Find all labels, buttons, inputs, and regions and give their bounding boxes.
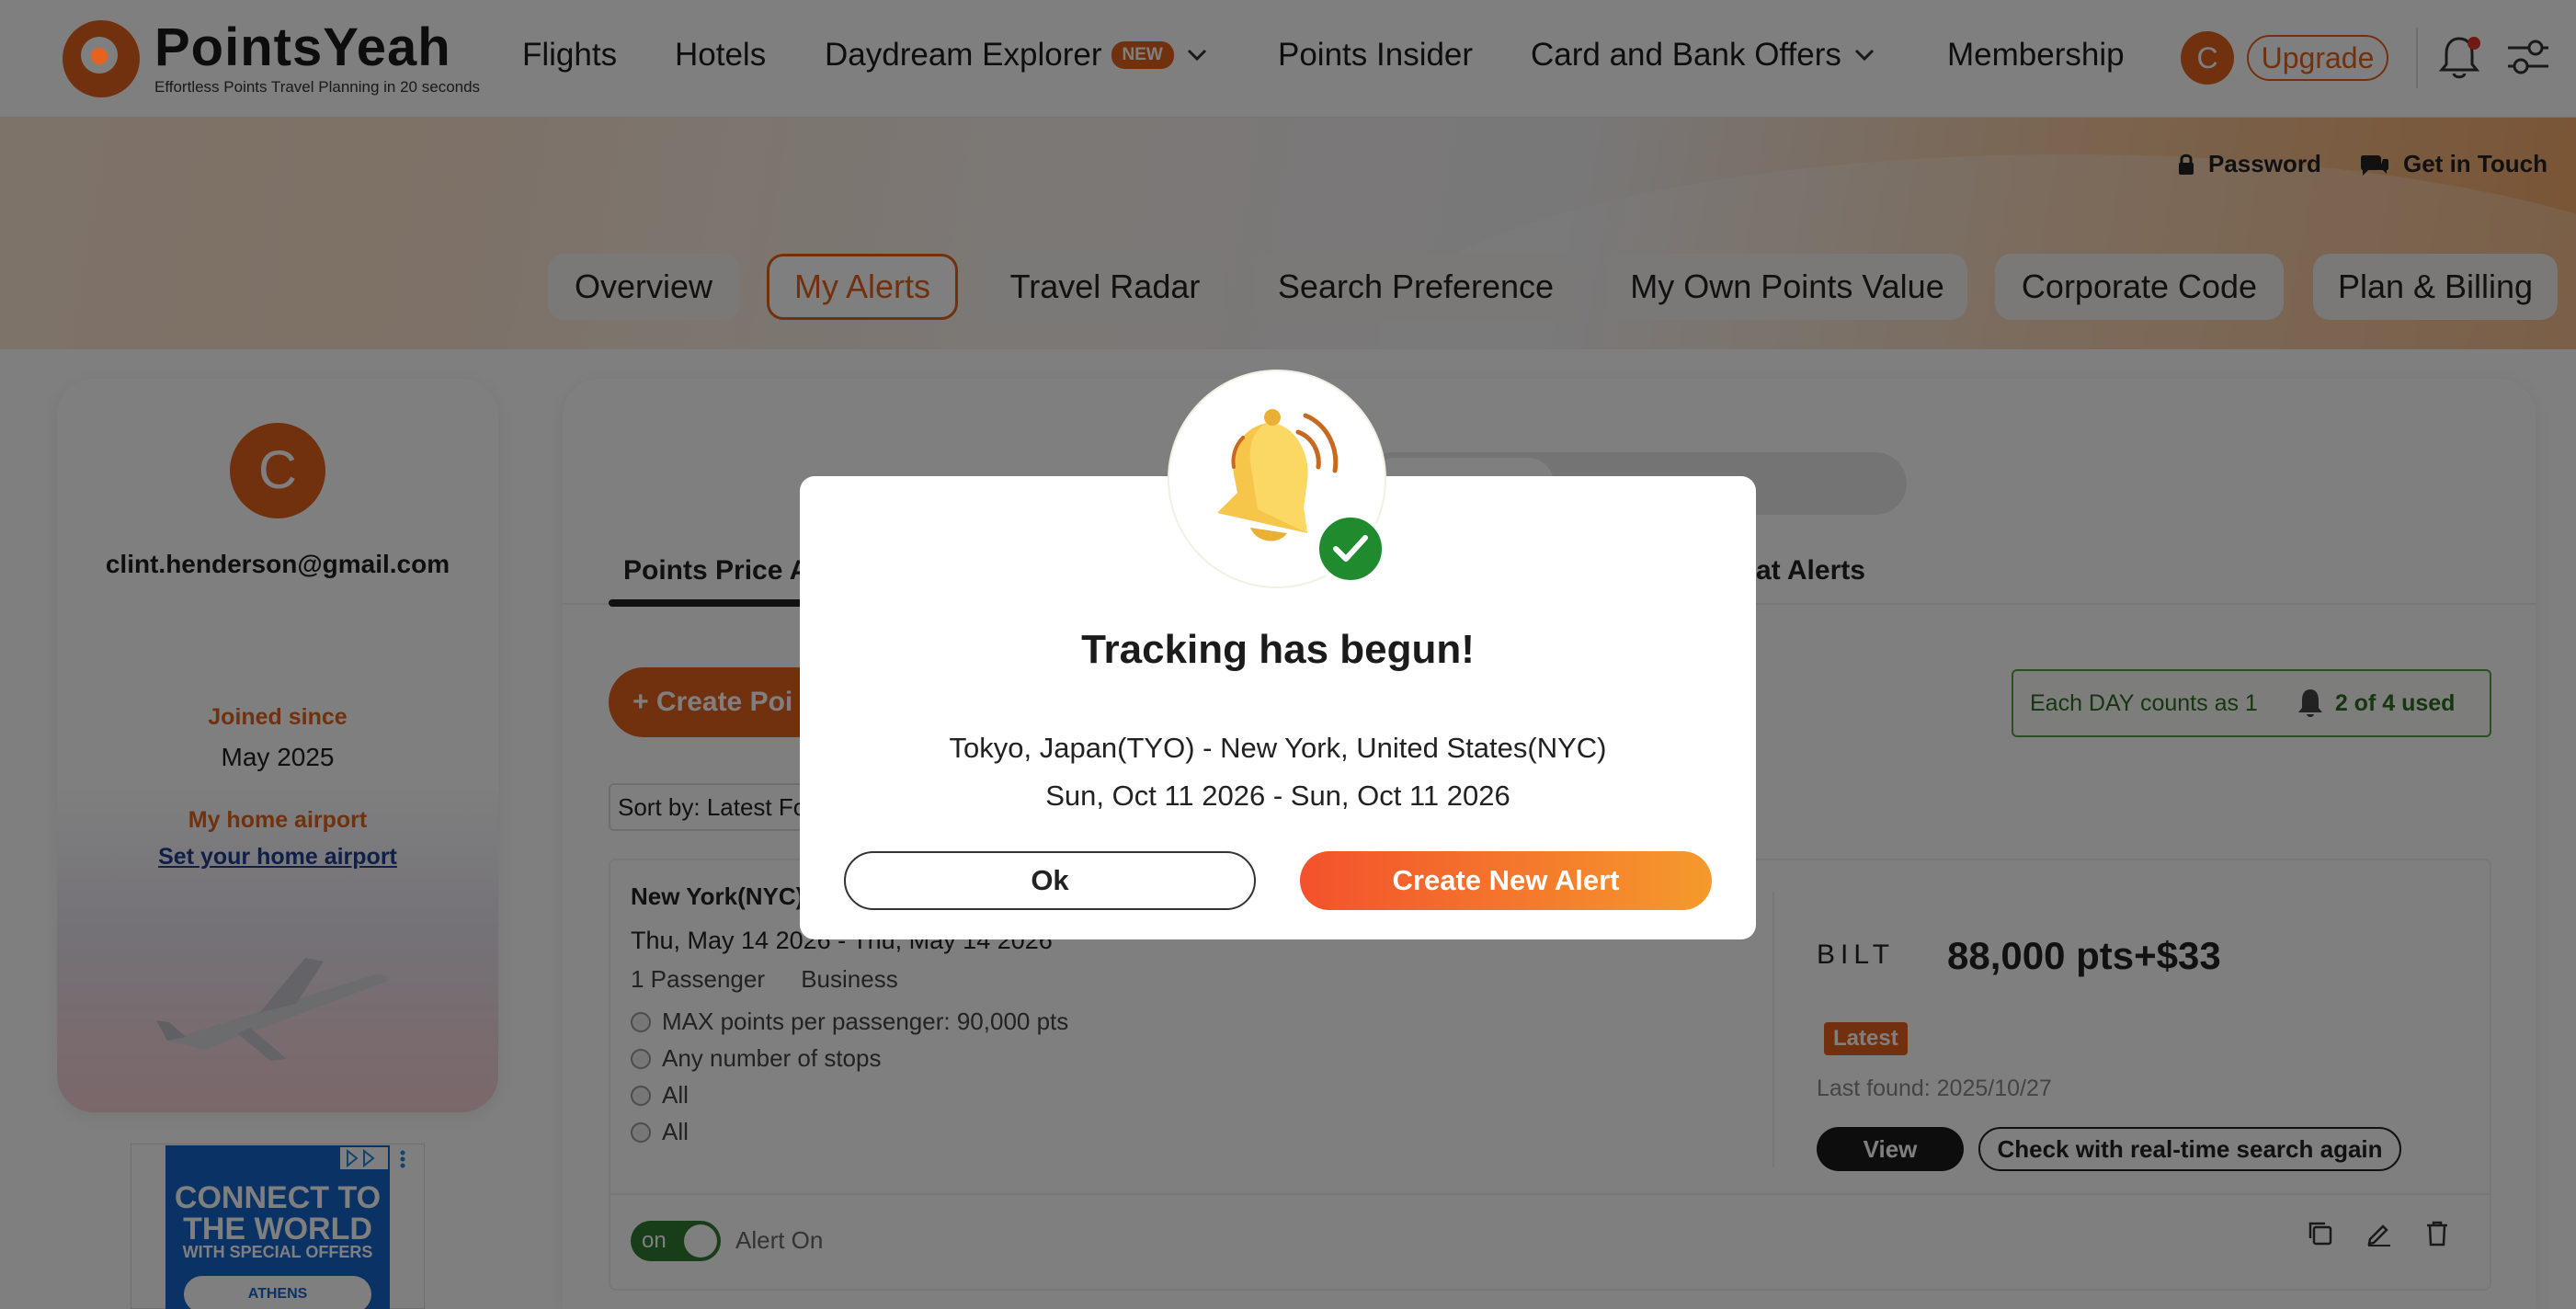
- modal-route: Tokyo, Japan(TYO) - New York, United Sta…: [949, 732, 1607, 764]
- modal-title: Tracking has begun!: [1081, 627, 1475, 672]
- checkmark-icon: [1333, 535, 1368, 562]
- ok-button[interactable]: Ok: [844, 851, 1256, 910]
- modal-dates: Sun, Oct 11 2026 - Sun, Oct 11 2026: [1045, 780, 1510, 812]
- success-check-icon: [1315, 513, 1386, 585]
- create-new-alert-button[interactable]: Create New Alert: [1300, 851, 1712, 910]
